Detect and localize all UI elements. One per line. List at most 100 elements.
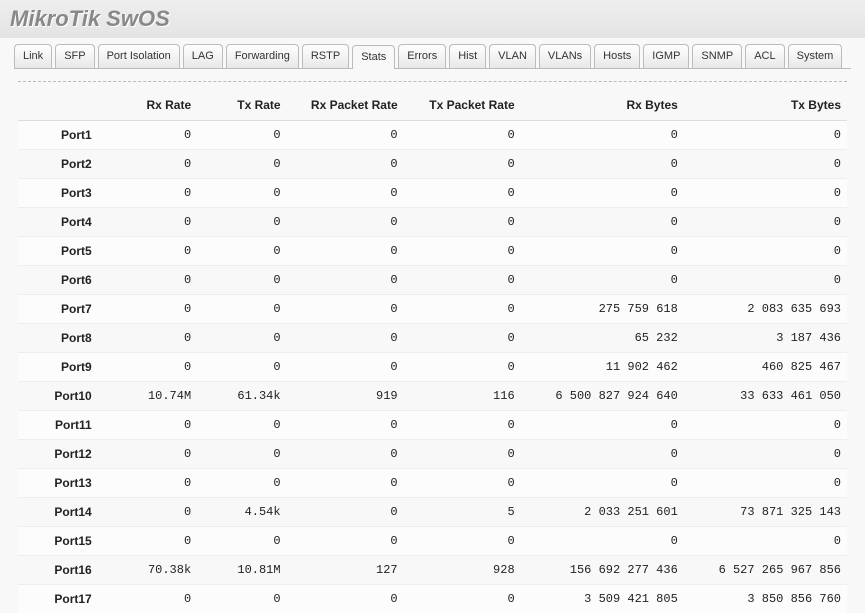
rx-rate: 0 (108, 208, 197, 237)
rx-pkt-rate: 0 (287, 498, 404, 527)
rx-rate: 0 (108, 440, 197, 469)
tx-pkt-rate: 0 (404, 150, 521, 179)
tx-rate: 0 (197, 266, 286, 295)
tab-vlan[interactable]: VLAN (489, 44, 536, 68)
tab-stats[interactable]: Stats (352, 45, 395, 69)
rx-rate: 0 (108, 353, 197, 382)
table-row: Port4000000 (18, 208, 847, 237)
table-row: Port70000275 759 6182 083 635 693 (18, 295, 847, 324)
port-label: Port4 (18, 208, 108, 237)
tab-system[interactable]: System (788, 44, 843, 68)
port-label: Port6 (18, 266, 108, 295)
port-label: Port8 (18, 324, 108, 353)
tx-rate: 0 (197, 237, 286, 266)
tab-underline (14, 68, 851, 69)
rx-bytes: 0 (521, 150, 684, 179)
rx-bytes: 6 500 827 924 640 (521, 382, 684, 411)
tab-sfp[interactable]: SFP (55, 44, 94, 68)
tx-rate: 10.81M (197, 556, 286, 585)
tx-bytes: 0 (684, 469, 847, 498)
tab-vlans[interactable]: VLANs (539, 44, 591, 68)
tab-errors[interactable]: Errors (398, 44, 446, 68)
tx-rate: 0 (197, 585, 286, 613)
rx-rate: 0 (108, 411, 197, 440)
table-row: Port2000000 (18, 150, 847, 179)
tx-pkt-rate: 0 (404, 121, 521, 150)
tab-link[interactable]: Link (14, 44, 52, 68)
rx-rate: 10.74M (108, 382, 197, 411)
tx-pkt-rate: 116 (404, 382, 521, 411)
rx-pkt-rate: 0 (287, 208, 404, 237)
page-title: MikroTik SwOS (0, 0, 865, 38)
tx-bytes: 0 (684, 411, 847, 440)
tx-rate: 0 (197, 150, 286, 179)
rx-pkt-rate: 127 (287, 556, 404, 585)
tx-pkt-rate: 0 (404, 208, 521, 237)
table-row: Port11000000 (18, 411, 847, 440)
rx-pkt-rate: 0 (287, 440, 404, 469)
tx-bytes: 3 187 436 (684, 324, 847, 353)
tx-pkt-rate: 0 (404, 469, 521, 498)
port-label: Port9 (18, 353, 108, 382)
tx-rate: 61.34k (197, 382, 286, 411)
tx-bytes: 0 (684, 121, 847, 150)
port-label: Port16 (18, 556, 108, 585)
port-label: Port12 (18, 440, 108, 469)
port-label: Port17 (18, 585, 108, 613)
rx-rate: 0 (108, 121, 197, 150)
tab-forwarding[interactable]: Forwarding (226, 44, 299, 68)
tab-acl[interactable]: ACL (745, 44, 784, 68)
tx-pkt-rate: 0 (404, 440, 521, 469)
rx-rate: 0 (108, 324, 197, 353)
table-row: Port1000000 (18, 121, 847, 150)
tx-bytes: 33 633 461 050 (684, 382, 847, 411)
tab-hosts[interactable]: Hosts (594, 44, 640, 68)
tx-rate: 0 (197, 411, 286, 440)
tab-igmp[interactable]: IGMP (643, 44, 689, 68)
table-row: Port13000000 (18, 469, 847, 498)
rx-bytes: 275 759 618 (521, 295, 684, 324)
port-label: Port5 (18, 237, 108, 266)
rx-bytes: 3 509 421 805 (521, 585, 684, 613)
tx-bytes: 0 (684, 208, 847, 237)
tab-port-isolation[interactable]: Port Isolation (98, 44, 180, 68)
tx-pkt-rate: 0 (404, 237, 521, 266)
rx-rate: 0 (108, 237, 197, 266)
col-rx-pkt-rate: Rx Packet Rate (287, 90, 404, 121)
port-label: Port13 (18, 469, 108, 498)
rx-pkt-rate: 0 (287, 585, 404, 613)
col-rx-bytes: Rx Bytes (521, 90, 684, 121)
rx-bytes: 0 (521, 121, 684, 150)
tab-rstp[interactable]: RSTP (302, 44, 349, 68)
rx-rate: 0 (108, 150, 197, 179)
tx-bytes: 0 (684, 179, 847, 208)
rx-bytes: 2 033 251 601 (521, 498, 684, 527)
port-label: Port7 (18, 295, 108, 324)
tx-pkt-rate: 0 (404, 295, 521, 324)
col-tx-rate: Tx Rate (197, 90, 286, 121)
col-tx-pkt-rate: Tx Packet Rate (404, 90, 521, 121)
port-label: Port1 (18, 121, 108, 150)
tx-rate: 0 (197, 353, 286, 382)
rx-pkt-rate: 0 (287, 295, 404, 324)
table-row: Port1010.74M61.34k9191166 500 827 924 64… (18, 382, 847, 411)
tx-rate: 0 (197, 179, 286, 208)
rx-rate: 0 (108, 179, 197, 208)
rx-rate: 0 (108, 527, 197, 556)
tx-rate: 0 (197, 440, 286, 469)
tx-bytes: 73 871 325 143 (684, 498, 847, 527)
table-row: Port5000000 (18, 237, 847, 266)
port-label: Port11 (18, 411, 108, 440)
tab-lag[interactable]: LAG (183, 44, 223, 68)
port-label: Port10 (18, 382, 108, 411)
tx-bytes: 0 (684, 266, 847, 295)
table-row: Port8000065 2323 187 436 (18, 324, 847, 353)
header-row: Rx Rate Tx Rate Rx Packet Rate Tx Packet… (18, 90, 847, 121)
rx-pkt-rate: 0 (287, 237, 404, 266)
tab-hist[interactable]: Hist (449, 44, 486, 68)
rx-rate: 70.38k (108, 556, 197, 585)
stats-table: Rx Rate Tx Rate Rx Packet Rate Tx Packet… (18, 90, 847, 613)
rx-pkt-rate: 0 (287, 411, 404, 440)
tab-snmp[interactable]: SNMP (692, 44, 742, 68)
tx-rate: 0 (197, 121, 286, 150)
